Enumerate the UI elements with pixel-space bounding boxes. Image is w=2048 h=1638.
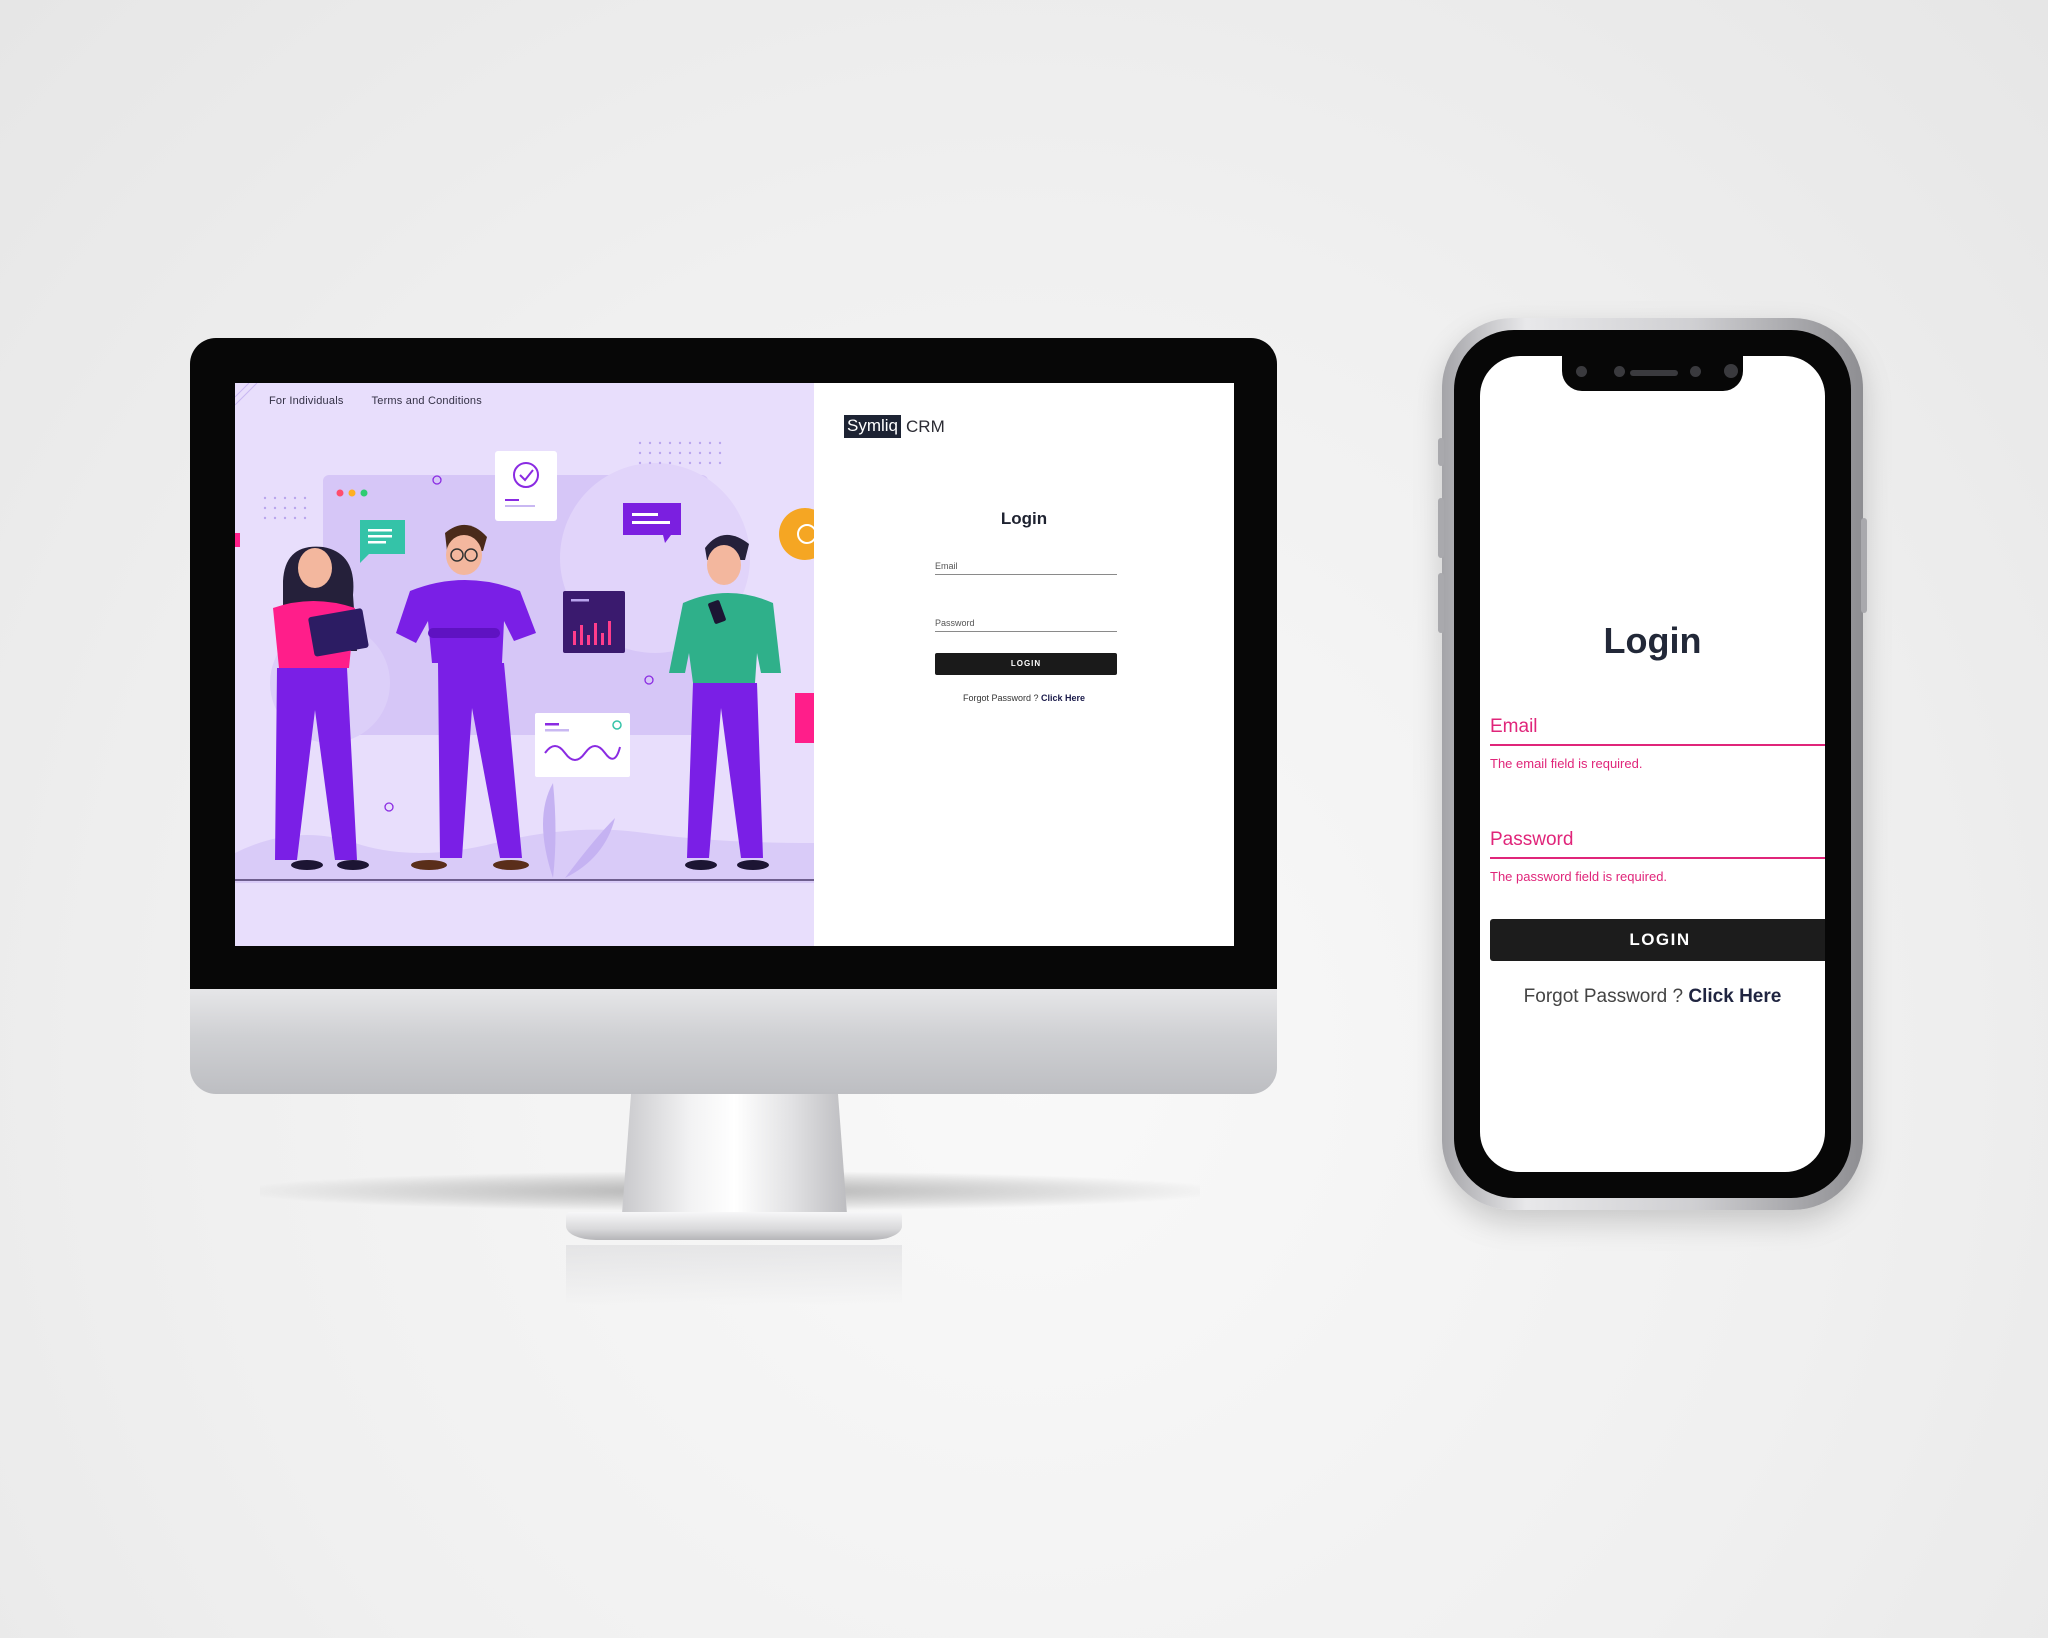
brand-suffix: CRM <box>906 416 945 436</box>
volume-down-button <box>1438 573 1444 633</box>
phone-bezel: Login Email The email field is required.… <box>1454 330 1851 1198</box>
mobile-forgot-password-link[interactable]: Click Here <box>1688 986 1781 1007</box>
password-label: Password <box>935 618 975 628</box>
imac-stand-base <box>566 1212 902 1240</box>
forgot-password-link[interactable]: Click Here <box>1041 693 1085 703</box>
mobile-email-underline <box>1490 744 1825 746</box>
desktop-screen: For Individuals Terms and Conditions Sym… <box>235 383 1234 946</box>
login-title: Login <box>1000 509 1048 528</box>
email-error-message: The email field is required. <box>1490 756 1643 771</box>
mobile-login-title: Login <box>1603 620 1702 661</box>
desktop-login-panel: Symliq CRM Login Email Password LOGIN Fo… <box>814 383 1234 946</box>
mobile-forgot-password-text: Forgot Password ? <box>1523 986 1684 1007</box>
illustration-panel: For Individuals Terms and Conditions <box>235 383 814 946</box>
power-button <box>1861 518 1867 613</box>
imac-chin <box>190 989 1277 1094</box>
phone-notch <box>1562 356 1743 391</box>
sensor-dot <box>1576 366 1587 377</box>
sensor-dot <box>1614 366 1625 377</box>
password-error-message: The password field is required. <box>1490 869 1668 884</box>
email-underline <box>935 574 1117 575</box>
front-camera <box>1724 364 1738 378</box>
mobile-forgot-password: Forgot Password ? Click Here <box>1480 986 1825 1008</box>
stand-reflection <box>566 1245 902 1305</box>
imac-display: For Individuals Terms and Conditions Sym… <box>190 338 1277 989</box>
password-underline <box>935 631 1117 632</box>
brand-name-box: Symliq <box>844 415 902 438</box>
mobile-password-label: Password <box>1490 829 1574 850</box>
top-nav: For Individuals Terms and Conditions <box>269 395 482 407</box>
mobile-email-label: Email <box>1490 716 1538 737</box>
nav-link-terms[interactable]: Terms and Conditions <box>372 395 482 407</box>
team-illustration <box>235 383 814 883</box>
volume-up-button <box>1438 498 1444 558</box>
email-label: Email <box>935 561 958 571</box>
earpiece-speaker <box>1630 370 1678 376</box>
mute-switch <box>1438 438 1444 466</box>
mobile-password-underline <box>1490 857 1825 859</box>
email-field[interactable]: Email <box>935 561 1117 575</box>
brand-logo[interactable]: Symliq CRM <box>844 415 945 438</box>
mobile-email-field[interactable]: Email The email field is required. <box>1490 716 1825 771</box>
login-button[interactable]: LOGIN <box>935 653 1117 675</box>
mobile-login-button[interactable]: LOGIN <box>1490 919 1825 961</box>
forgot-password-text: Forgot Password ? <box>962 693 1039 703</box>
password-field[interactable]: Password <box>935 618 1117 632</box>
forgot-password: Forgot Password ? Click Here <box>814 693 1234 703</box>
nav-link-individuals[interactable]: For Individuals <box>269 395 344 407</box>
smartphone: Login Email The email field is required.… <box>1438 318 1867 1210</box>
sensor-dot <box>1690 366 1701 377</box>
mobile-screen: Login Email The email field is required.… <box>1480 356 1825 1172</box>
mobile-password-field[interactable]: Password The password field is required. <box>1490 829 1825 884</box>
imac-stand-neck <box>622 1094 847 1214</box>
